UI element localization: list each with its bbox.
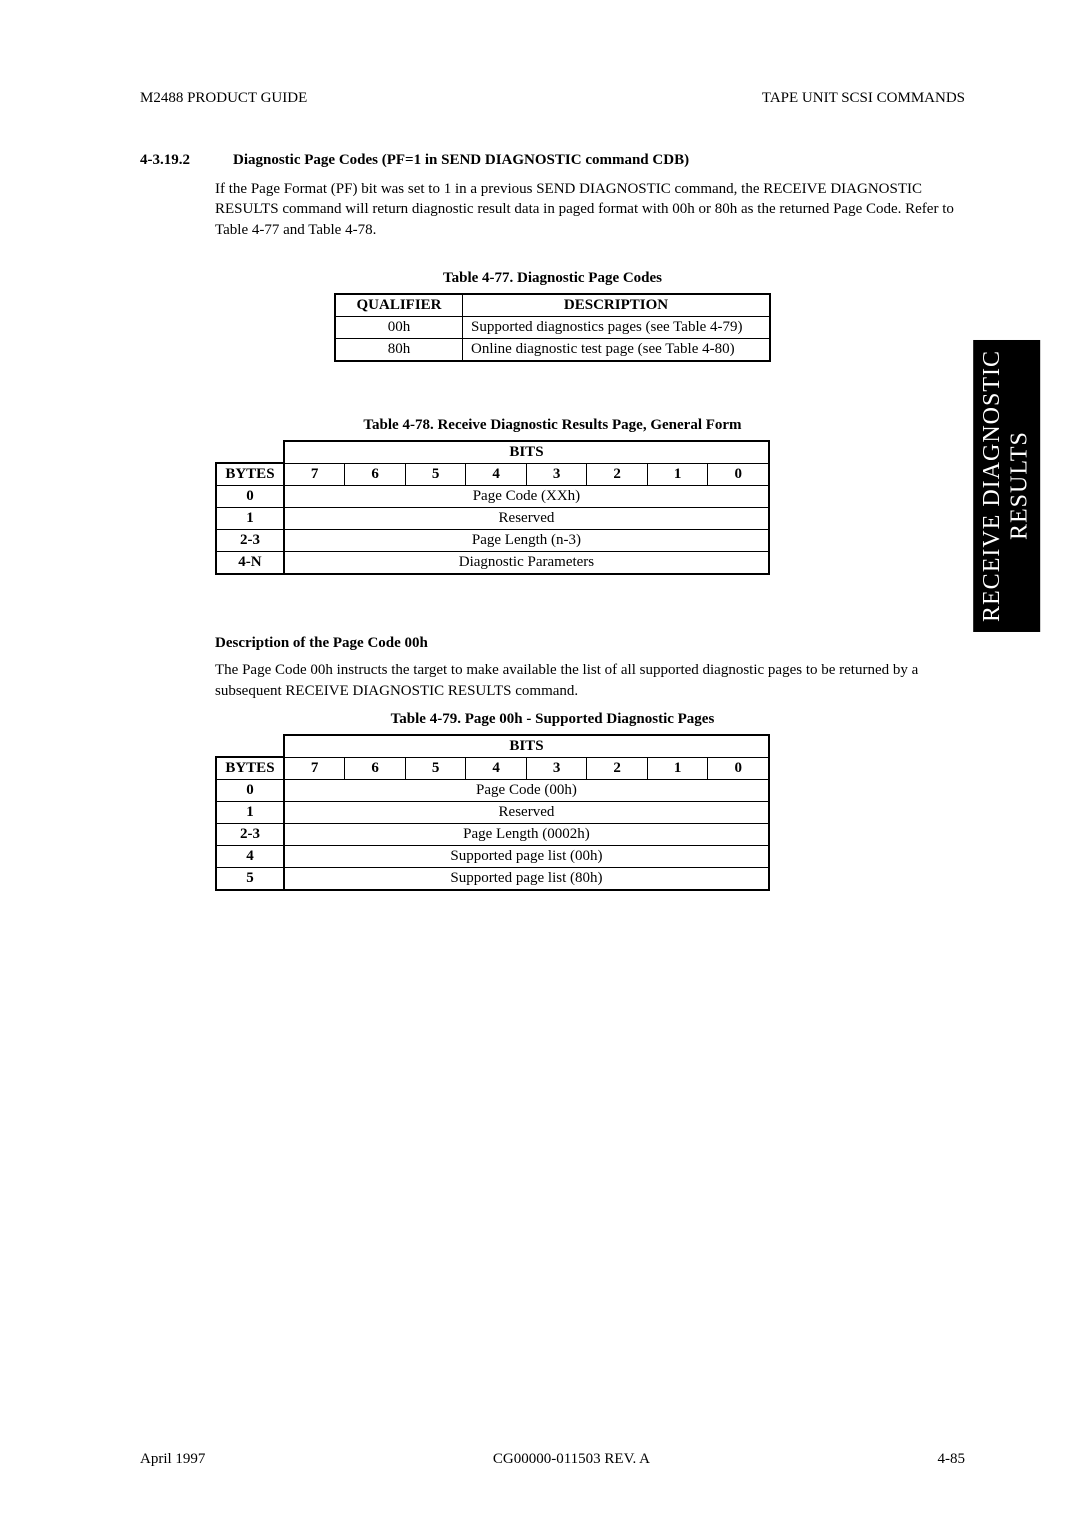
table79-row2-value: Page Length (0002h) xyxy=(284,824,769,846)
section-paragraph: If the Page Format (PF) bit was set to 1… xyxy=(215,179,965,240)
table78-row2-byte: 2-3 xyxy=(216,530,284,552)
table78-bit4: 4 xyxy=(466,463,527,486)
table79-bit4: 4 xyxy=(466,757,527,780)
header-left: M2488 PRODUCT GUIDE xyxy=(140,90,307,107)
table78-row1-byte: 1 xyxy=(216,508,284,530)
table78-bit5: 5 xyxy=(405,463,466,486)
footer-center: CG00000-011503 REV. A xyxy=(493,1451,650,1468)
table78-row2-value: Page Length (n-3) xyxy=(284,530,769,552)
table77-row0-description: Supported diagnostics pages (see Table 4… xyxy=(463,316,771,338)
table77: QUALIFIER DESCRIPTION 00h Supported diag… xyxy=(334,293,771,362)
footer-left: April 1997 xyxy=(140,1451,205,1468)
table79-row4-byte: 5 xyxy=(216,868,284,891)
section-heading: 4-3.19.2 Diagnostic Page Codes (PF=1 in … xyxy=(140,152,965,169)
header-right: TAPE UNIT SCSI COMMANDS xyxy=(762,90,965,107)
table78-caption: Table 4-78. Receive Diagnostic Results P… xyxy=(140,417,965,434)
table78: BITS BYTES 7 6 5 4 3 2 1 0 0 Page Code (… xyxy=(215,440,770,576)
table78-bit6: 6 xyxy=(345,463,406,486)
table77-row1-description: Online diagnostic test page (see Table 4… xyxy=(463,338,771,361)
side-tab-line1: RECEIVE DIAGNOSTIC xyxy=(979,350,1005,622)
table79-bit2: 2 xyxy=(587,757,648,780)
side-tab-line2: RESULTS xyxy=(1006,432,1032,541)
section-title: Diagnostic Page Codes (PF=1 in SEND DIAG… xyxy=(233,152,689,169)
table78-row3-value: Diagnostic Parameters xyxy=(284,552,769,575)
footer-right: 4-85 xyxy=(938,1451,966,1468)
table79-bit0: 0 xyxy=(708,757,769,780)
table77-header-qualifier: QUALIFIER xyxy=(335,294,463,317)
table78-bytes-label: BYTES xyxy=(216,463,284,486)
table78-row0-value: Page Code (XXh) xyxy=(284,486,769,508)
page-body: M2488 PRODUCT GUIDE TAPE UNIT SCSI COMMA… xyxy=(0,0,1080,1528)
table77-header-description: DESCRIPTION xyxy=(463,294,771,317)
table78-row0-byte: 0 xyxy=(216,486,284,508)
table79-bit5: 5 xyxy=(405,757,466,780)
table78-bits-label: BITS xyxy=(284,441,769,464)
table79-bit6: 6 xyxy=(345,757,406,780)
table79-row0-value: Page Code (00h) xyxy=(284,780,769,802)
table78-bit2: 2 xyxy=(587,463,648,486)
table79-row3-value: Supported page list (00h) xyxy=(284,846,769,868)
table79-caption: Table 4-79. Page 00h - Supported Diagnos… xyxy=(140,711,965,728)
table79-bit7: 7 xyxy=(284,757,345,780)
table78-bit1: 1 xyxy=(647,463,708,486)
table77-row0-qualifier: 00h xyxy=(335,316,463,338)
table78-bit3: 3 xyxy=(526,463,587,486)
table78-row1-value: Reserved xyxy=(284,508,769,530)
table78-bit7: 7 xyxy=(284,463,345,486)
desc00-paragraph: The Page Code 00h instructs the target t… xyxy=(215,660,965,701)
section-number: 4-3.19.2 xyxy=(140,152,195,169)
table78-row3-byte: 4-N xyxy=(216,552,284,575)
table79-row0-byte: 0 xyxy=(216,780,284,802)
page-header: M2488 PRODUCT GUIDE TAPE UNIT SCSI COMMA… xyxy=(140,90,965,107)
table79-bytes-label: BYTES xyxy=(216,757,284,780)
table79: BITS BYTES 7 6 5 4 3 2 1 0 0 Page Code (… xyxy=(215,734,770,892)
table77-caption: Table 4-77. Diagnostic Page Codes xyxy=(140,270,965,287)
table79-bits-label: BITS xyxy=(284,735,769,758)
table79-bit3: 3 xyxy=(526,757,587,780)
table79-row4-value: Supported page list (80h) xyxy=(284,868,769,891)
table79-row1-byte: 1 xyxy=(216,802,284,824)
table79-bit1: 1 xyxy=(647,757,708,780)
side-tab: RECEIVE DIAGNOSTIC RESULTS xyxy=(973,340,1040,632)
table79-row2-byte: 2-3 xyxy=(216,824,284,846)
desc00-heading: Description of the Page Code 00h xyxy=(215,635,965,652)
table77-row1-qualifier: 80h xyxy=(335,338,463,361)
table79-row3-byte: 4 xyxy=(216,846,284,868)
table78-bit0: 0 xyxy=(708,463,769,486)
table79-row1-value: Reserved xyxy=(284,802,769,824)
page-footer: April 1997 CG00000-011503 REV. A 4-85 xyxy=(140,1451,965,1468)
